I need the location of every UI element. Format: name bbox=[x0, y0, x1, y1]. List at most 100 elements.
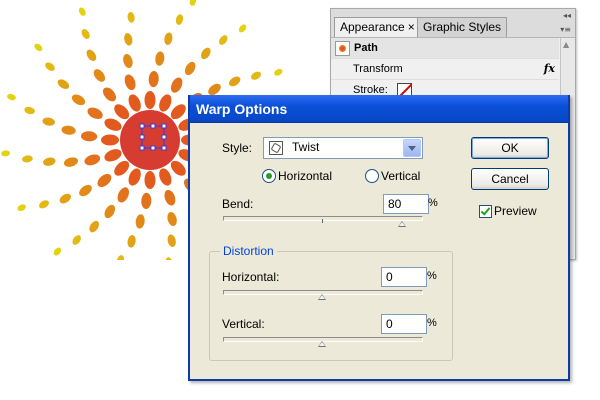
sun-ray-dot bbox=[61, 125, 76, 135]
fx-icon[interactable]: fx bbox=[544, 59, 555, 79]
sun-ray-dot bbox=[238, 24, 247, 33]
sun-ray-dot bbox=[84, 154, 101, 166]
horizontal-distortion-label: Horizontal: bbox=[222, 270, 280, 284]
sun-ray-dot bbox=[144, 171, 156, 189]
sun-ray-dot bbox=[128, 94, 141, 112]
tab-graphic-styles[interactable]: Graphic Styles bbox=[417, 17, 508, 37]
horizontal-radio[interactable] bbox=[262, 169, 276, 183]
sun-ray-dot bbox=[57, 79, 70, 89]
sun-ray-dot bbox=[17, 204, 26, 212]
sun-ray-dot bbox=[104, 204, 116, 219]
bend-unit: % bbox=[428, 197, 438, 209]
style-select[interactable]: Twist bbox=[263, 137, 423, 159]
sun-ray-dot bbox=[1, 150, 11, 157]
sun-ray-dot bbox=[53, 247, 62, 256]
sun-ray-dot bbox=[78, 7, 86, 16]
cancel-button[interactable]: Cancel bbox=[471, 168, 549, 190]
sun-ray-dot bbox=[184, 61, 196, 76]
sun-ray-dot bbox=[219, 35, 228, 45]
sun-ray-dot bbox=[189, 0, 197, 6]
sun-ray-dot bbox=[22, 155, 33, 163]
vertical-distortion-unit: % bbox=[427, 317, 437, 329]
sun-ray-dot bbox=[165, 257, 173, 260]
vertical-radio-label[interactable]: Vertical bbox=[381, 169, 420, 183]
sun-ray-dot bbox=[86, 49, 97, 61]
style-value: Twist bbox=[292, 140, 320, 154]
ok-button[interactable]: OK bbox=[471, 137, 549, 159]
sun-ray-dot bbox=[101, 134, 119, 146]
sun-ray-dot bbox=[128, 168, 141, 186]
preview-checkbox[interactable] bbox=[479, 205, 492, 218]
sun-ray-dot bbox=[43, 157, 56, 166]
sun-ray-dot bbox=[81, 131, 98, 142]
sun-ray-dot bbox=[170, 77, 183, 93]
sun-ray-dot bbox=[159, 168, 172, 186]
vertical-distortion-input[interactable]: 0 bbox=[381, 314, 427, 334]
sun-ray-dot bbox=[251, 71, 261, 80]
sun-ray-dot bbox=[93, 69, 106, 82]
appearance-row-transform[interactable]: Transform fx bbox=[331, 59, 559, 80]
path-label: Path bbox=[354, 42, 378, 54]
sun-ray-dot bbox=[87, 107, 103, 120]
sun-ray-dot bbox=[97, 173, 112, 188]
sun-ray-dot bbox=[71, 94, 86, 106]
sun-ray-dot bbox=[127, 235, 136, 248]
distortion-title: Distortion bbox=[220, 244, 277, 258]
chevron-down-icon[interactable] bbox=[403, 139, 421, 157]
horizontal-distortion-slider-thumb[interactable] bbox=[318, 294, 326, 300]
sun-ray-dot bbox=[167, 211, 177, 227]
bend-slider-thumb[interactable] bbox=[398, 221, 406, 227]
path-thumbnail-icon bbox=[335, 41, 350, 56]
style-label: Style: bbox=[222, 141, 253, 155]
sun-ray-dot bbox=[135, 214, 145, 229]
sun-ray-dot bbox=[148, 71, 159, 88]
horizontal-distortion-input[interactable]: 0 bbox=[381, 267, 427, 287]
sun-ray-dot bbox=[24, 106, 35, 115]
close-icon[interactable]: × bbox=[408, 20, 415, 34]
vertical-radio[interactable] bbox=[365, 169, 379, 183]
tab-appearance[interactable]: Appearance × bbox=[334, 17, 421, 37]
scroll-up-icon[interactable]: ▲ bbox=[563, 40, 569, 49]
sun-ray-dot bbox=[39, 200, 49, 209]
sun-ray-dot bbox=[79, 184, 92, 197]
sun-ray-dot bbox=[63, 157, 79, 167]
sun-ray-dot bbox=[123, 53, 133, 69]
sun-ray-dot bbox=[81, 29, 90, 39]
sun-ray-dot bbox=[274, 68, 283, 76]
sun-ray-dot bbox=[116, 255, 125, 260]
dialog-title: Warp Options bbox=[196, 101, 288, 117]
sun-ray-dot bbox=[141, 192, 152, 209]
vertical-distortion-label: Vertical: bbox=[222, 317, 265, 331]
sun-ray-dot bbox=[155, 51, 165, 66]
vertical-distortion-slider-thumb[interactable] bbox=[318, 341, 326, 347]
sun-ray-dot bbox=[164, 189, 176, 206]
tab-graphic-styles-label: Graphic Styles bbox=[423, 20, 502, 34]
sun-ray-dot bbox=[164, 32, 173, 45]
sun-ray-dot bbox=[124, 74, 136, 91]
sun-ray-dot bbox=[124, 33, 133, 46]
bend-input[interactable]: 80 bbox=[383, 194, 429, 214]
bend-slider-track[interactable] bbox=[223, 216, 423, 221]
bend-label: Bend: bbox=[222, 197, 254, 211]
sun-ray-dot bbox=[89, 220, 99, 233]
sun-ray-dot bbox=[144, 91, 156, 109]
collapse-arrows-icon[interactable]: ◂◂ bbox=[563, 11, 571, 20]
sun-ray-dot bbox=[34, 43, 43, 52]
tab-appearance-label: Appearance bbox=[340, 20, 405, 34]
sun-ray-dot bbox=[104, 118, 122, 131]
sun-center bbox=[120, 110, 180, 170]
warp-options-dialog: Warp Options Style: Twist Horizontal Ver… bbox=[188, 95, 570, 381]
horizontal-radio-label[interactable]: Horizontal bbox=[278, 169, 332, 183]
appearance-row-path[interactable]: Path bbox=[331, 38, 559, 59]
sun-ray-dot bbox=[127, 12, 135, 23]
sun-ray-dot bbox=[159, 94, 172, 112]
sun-ray-dot bbox=[59, 193, 71, 204]
preview-label[interactable]: Preview bbox=[494, 204, 537, 218]
sun-ray-dot bbox=[104, 149, 122, 162]
dialog-titlebar[interactable]: Warp Options bbox=[190, 95, 568, 123]
sun-ray-dot bbox=[72, 235, 81, 245]
panel-menu-icon[interactable]: ▾≡ bbox=[560, 25, 571, 34]
sun-ray-dot bbox=[201, 47, 211, 60]
twist-icon bbox=[269, 141, 283, 155]
sun-ray-dot bbox=[45, 62, 55, 71]
